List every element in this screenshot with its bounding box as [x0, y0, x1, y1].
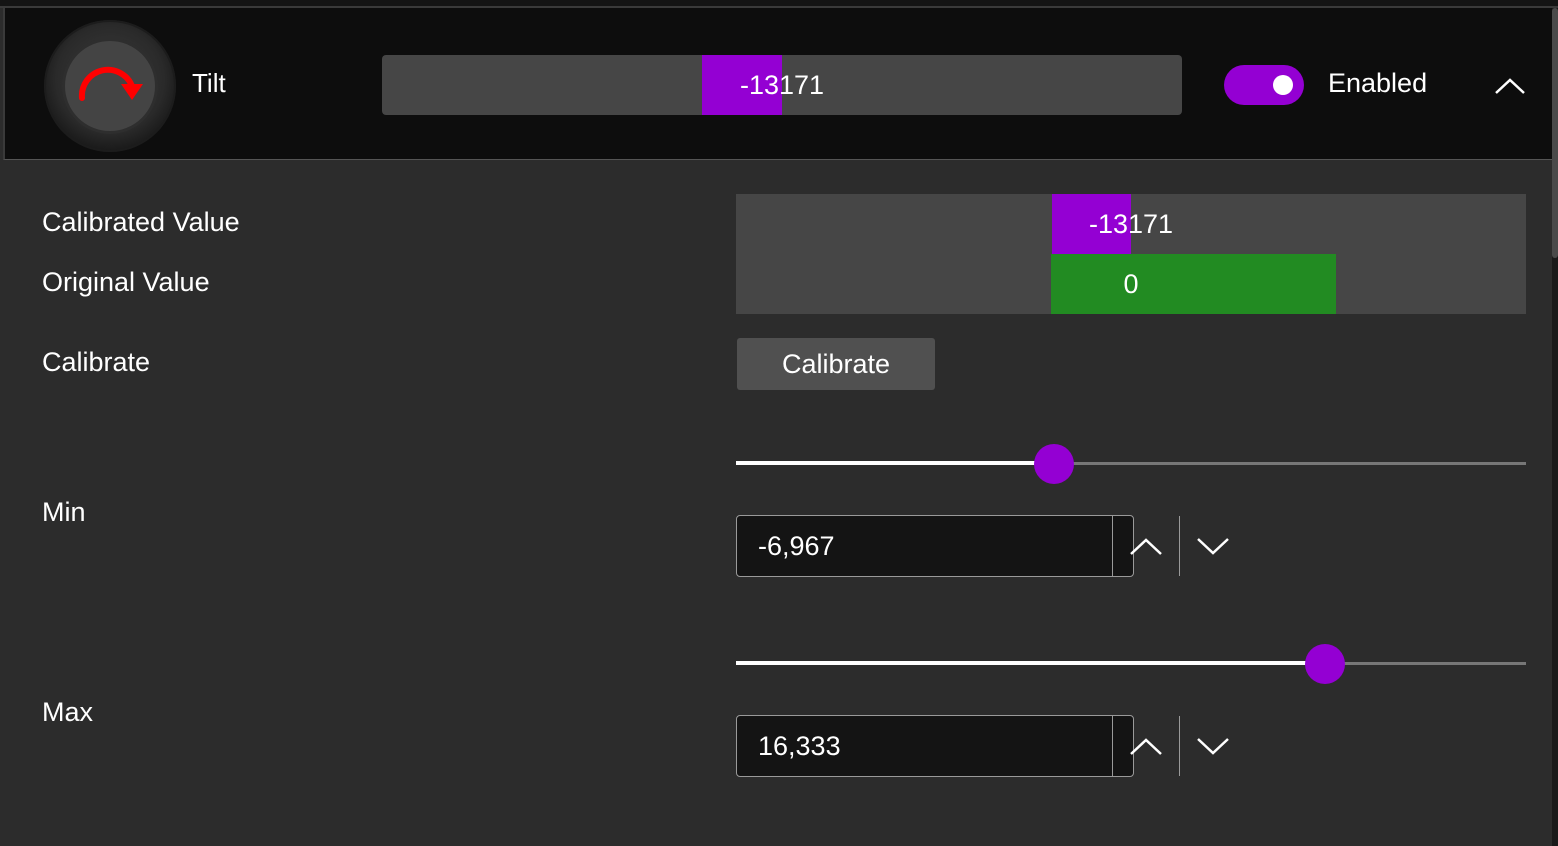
calibrated-value-text: -13171 [1088, 208, 1174, 239]
original-value-text: 0 [1123, 268, 1139, 299]
original-value-label: Original Value [42, 267, 210, 297]
calibrate-label: Calibrate [42, 347, 151, 377]
min-slider[interactable] [736, 444, 1526, 484]
max-input[interactable] [737, 716, 1112, 776]
calibrated-value-bar: -13171 [736, 194, 1526, 254]
original-value-bar: 0 [736, 254, 1526, 314]
calibrate-button[interactable]: Calibrate [737, 338, 935, 390]
chevron-up-icon [1130, 738, 1162, 755]
min-slider-thumb[interactable] [1034, 444, 1075, 484]
min-label: Min [42, 497, 86, 527]
min-decrement-button[interactable] [1179, 516, 1246, 576]
chevron-down-icon [1197, 738, 1229, 755]
max-slider-thumb[interactable] [1304, 644, 1345, 684]
header-value-bar: -13171 [382, 55, 1182, 115]
min-increment-button[interactable] [1112, 516, 1179, 576]
chevron-up-icon [1495, 78, 1525, 94]
rotate-arrow-icon [78, 66, 143, 101]
max-slider-fill [736, 661, 1325, 665]
collapse-button[interactable] [1490, 70, 1530, 102]
top-divider [0, 0, 1558, 8]
scrollbar[interactable] [1552, 8, 1558, 846]
max-stepper [736, 715, 1229, 777]
enabled-label: Enabled [1328, 68, 1428, 98]
max-decrement-button[interactable] [1179, 716, 1246, 776]
chevron-down-icon [1197, 538, 1229, 555]
max-increment-button[interactable] [1112, 716, 1179, 776]
axis-title: Tilt [192, 68, 226, 98]
header-value-text: -13171 [739, 69, 825, 100]
min-slider-fill [736, 461, 1055, 465]
scrollbar-thumb[interactable] [1552, 8, 1558, 258]
toggle-knob [1273, 75, 1293, 95]
axis-settings-panel: Tilt -13171 Enabled Calibrated Value -13… [0, 0, 1558, 846]
max-slider[interactable] [736, 644, 1526, 684]
min-input[interactable] [737, 516, 1112, 576]
calibrated-value-label: Calibrated Value [42, 207, 240, 237]
max-label: Max [42, 697, 94, 727]
enabled-toggle[interactable] [1224, 65, 1304, 105]
knob-face [62, 38, 158, 134]
axis-knob [44, 20, 176, 152]
chevron-up-icon [1130, 538, 1162, 555]
min-stepper [736, 515, 1229, 577]
